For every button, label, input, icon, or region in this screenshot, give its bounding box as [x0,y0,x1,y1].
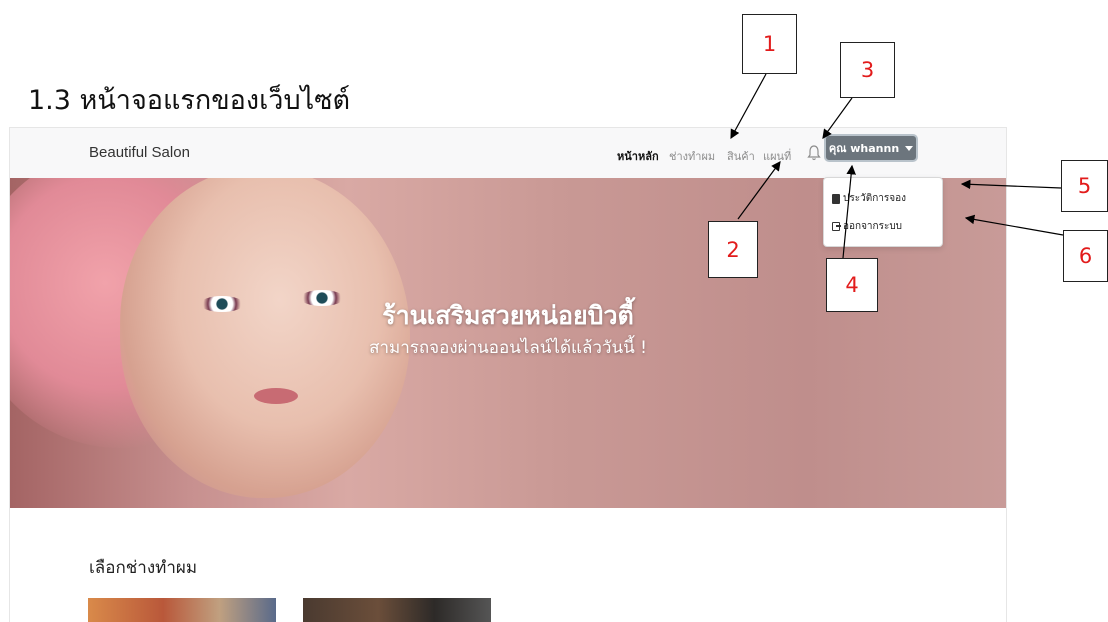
website-screenshot: Beautiful Salon หน้าหลัก ช่างทำผม สินค้า… [10,128,1006,622]
callout-3: 3 [840,42,895,98]
dropdown-item-logout[interactable]: ออกจากระบบ [832,219,902,234]
hero-title: ร้านเสริมสวยหน่อยบิวตี้ [382,301,634,330]
navbar: Beautiful Salon หน้าหลัก ช่างทำผม สินค้า… [10,128,1006,179]
hero-subtitle: สามารถจองผ่านออนไลน์ได้แล้ววันนี้ ! [369,338,647,358]
bell-icon[interactable] [807,145,821,161]
callout-5: 5 [1061,160,1108,212]
hero-lips [254,388,298,404]
callout-2: 2 [708,221,758,278]
stylist-card-image[interactable] [303,598,491,622]
brand-logo[interactable]: Beautiful Salon [89,144,190,161]
nav-link-map[interactable]: แผนที่ [763,147,791,165]
callout-1: 1 [742,14,797,74]
dropdown-item-booking-history[interactable]: ประวัติการจอง [832,191,906,206]
callout-4: 4 [826,258,878,312]
caret-down-icon [905,145,914,151]
nav-link-home[interactable]: หน้าหลัก [617,147,659,165]
nav-link-products[interactable]: สินค้า [727,147,755,165]
logout-icon [832,222,841,231]
nav-link-stylists[interactable]: ช่างทำผม [669,147,715,165]
section-title: เลือกช่างทำผม [89,558,198,578]
user-menu-label: คุณ whannn [828,142,900,155]
user-menu-button[interactable]: คุณ whannn [824,134,918,162]
stylist-card-image[interactable] [88,598,276,622]
dropdown-item-label: ออกจากระบบ [843,221,903,232]
callout-6: 6 [1063,230,1108,282]
dropdown-item-label: ประวัติการจอง [843,193,906,204]
document-heading: 1.3 หน้าจอแรกของเว็บไซต์ [28,85,351,116]
hero-eye-left [200,296,244,312]
user-dropdown-menu: ประวัติการจอง ออกจากระบบ [823,177,943,247]
book-icon [832,193,840,204]
